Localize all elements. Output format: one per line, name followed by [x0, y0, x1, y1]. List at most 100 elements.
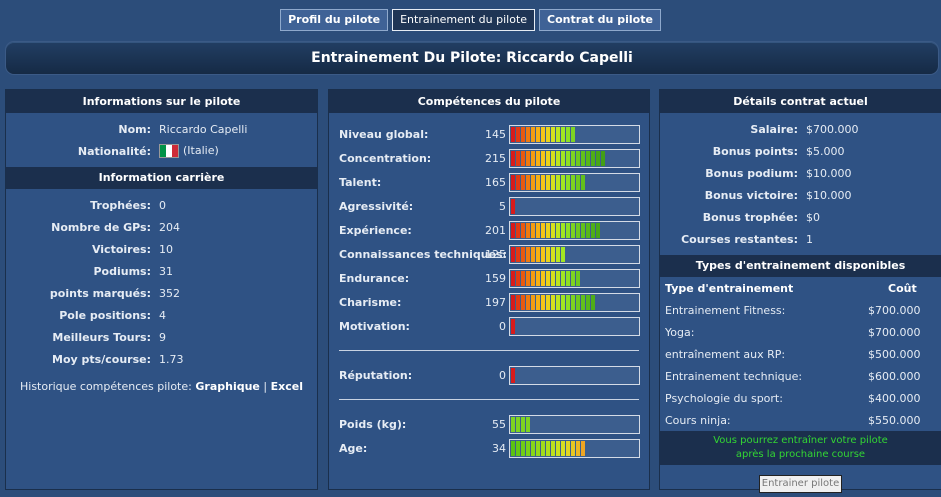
- skill-label: Poids (kg):: [339, 417, 407, 431]
- bar-segment: [551, 294, 555, 310]
- name-label: Nom:: [118, 122, 151, 136]
- bar-segment: [561, 294, 565, 310]
- career-value: 31: [159, 264, 173, 278]
- career-row: Nombre de GPs: 204: [6, 216, 317, 238]
- career-label: points marqués:: [49, 286, 151, 300]
- training-type: Entrainement Fitness:: [665, 303, 786, 317]
- bar-segment: [546, 126, 550, 142]
- training-type: Entrainement technique:: [665, 369, 803, 383]
- contract-row: Courses restantes: 1: [660, 228, 941, 250]
- contract-row: Salaire: $700.000: [660, 118, 941, 140]
- tab-contrat[interactable]: Contrat du pilote: [539, 9, 661, 31]
- bar-segment: [546, 246, 550, 262]
- bar-segment: [521, 294, 525, 310]
- training-type: entraînement aux RP:: [665, 347, 786, 361]
- skill-label: Talent:: [339, 175, 382, 189]
- bar-segment: [541, 222, 545, 238]
- bar-segment: [566, 174, 570, 190]
- training-row: entraînement aux RP: $500.000: [660, 343, 941, 365]
- contract-value: $0: [806, 210, 820, 224]
- excel-link[interactable]: Excel: [271, 380, 303, 393]
- train-driver-button[interactable]: Entrainer pilote: [758, 475, 843, 493]
- col-type: Type d'entrainement: [665, 281, 794, 295]
- training-cost: $700.000: [868, 325, 921, 339]
- contract-row: Bonus podium: $10.000: [660, 162, 941, 184]
- bar-segment: [551, 150, 555, 166]
- bar-segment: [511, 318, 515, 334]
- bar-segment: [521, 440, 525, 456]
- bar-segment: [581, 174, 585, 190]
- skill-row: Agressivité: 5: [329, 194, 649, 218]
- career-value: 4: [159, 308, 166, 322]
- skill-bar-svg: [511, 222, 600, 238]
- skill-bar-svg: [511, 150, 605, 166]
- bar-segment: [511, 222, 515, 238]
- nationality-value: (Italie): [183, 144, 219, 157]
- training-row: Entrainement Fitness: $700.000: [660, 299, 941, 321]
- bar-segment: [536, 222, 540, 238]
- divider: [339, 399, 639, 400]
- bar-segment: [526, 270, 530, 286]
- history-separator: |: [263, 380, 268, 393]
- bar-segment: [576, 150, 580, 166]
- bar-segment: [561, 126, 565, 142]
- bar-segment: [536, 440, 540, 456]
- bar-segment: [526, 294, 530, 310]
- bar-segment: [551, 246, 555, 262]
- bar-segment: [571, 126, 575, 142]
- bar-segment: [511, 150, 515, 166]
- skill-value: 215: [485, 151, 506, 165]
- bar-segment: [531, 222, 535, 238]
- bar-segment: [566, 270, 570, 286]
- col-cost: Coût: [888, 281, 917, 295]
- bar-segment: [586, 294, 590, 310]
- bar-segment: [601, 150, 605, 166]
- bar-segment: [596, 222, 600, 238]
- contract-label: Bonus podium:: [705, 166, 798, 180]
- training-cost: $500.000: [868, 347, 921, 361]
- skill-label: Age:: [339, 441, 368, 455]
- skill-value: 0: [499, 368, 506, 382]
- bar-segment: [521, 416, 525, 432]
- bar-segment: [556, 222, 560, 238]
- contract-label: Courses restantes:: [681, 232, 798, 246]
- skill-value: 159: [485, 271, 506, 285]
- bar-segment: [541, 440, 545, 456]
- tab-entrainement[interactable]: Entrainement du pilote: [392, 9, 536, 31]
- bar-segment: [556, 174, 560, 190]
- contract-label: Salaire:: [750, 122, 798, 136]
- skill-bar: [509, 220, 640, 240]
- training-notice: Vous pourrez entraîner votre pilote aprè…: [660, 431, 941, 465]
- career-label: Podiums:: [93, 264, 151, 278]
- skill-bar: [509, 268, 640, 288]
- bar-segment: [576, 440, 580, 456]
- bar-segment: [526, 416, 530, 432]
- skill-value: 201: [485, 223, 506, 237]
- skill-value: 197: [485, 295, 506, 309]
- skill-label: Connaissances techniques:: [339, 247, 507, 261]
- skill-bar-svg: [511, 270, 580, 286]
- bar-segment: [556, 126, 560, 142]
- bar-segment: [546, 222, 550, 238]
- bar-segment: [556, 270, 560, 286]
- skill-label: Réputation:: [339, 368, 413, 382]
- contract-list: Salaire: $700.000 Bonus points: $5.000 Bonus…: [660, 118, 941, 250]
- bar-segment: [526, 222, 530, 238]
- training-table: Type d'entrainement Coût Entrainement Fi…: [660, 277, 941, 431]
- bar-segment: [521, 150, 525, 166]
- name-row: Nom: Riccardo Capelli: [6, 118, 317, 140]
- skill-label: Agressivité:: [339, 199, 414, 213]
- bar-segment: [541, 150, 545, 166]
- skill-value: 55: [492, 417, 506, 431]
- driver-info-header: Informations sur le pilote: [6, 90, 317, 113]
- graph-link[interactable]: Graphique: [195, 380, 260, 393]
- bar-segment: [536, 174, 540, 190]
- bar-segment: [521, 222, 525, 238]
- skill-value: 125: [485, 247, 506, 261]
- bar-segment: [546, 294, 550, 310]
- tab-profil[interactable]: Profil du pilote: [280, 9, 389, 31]
- divider: [339, 350, 639, 351]
- bar-segment: [516, 416, 520, 432]
- skill-row: Motivation: 0: [329, 314, 649, 338]
- bar-segment: [551, 126, 555, 142]
